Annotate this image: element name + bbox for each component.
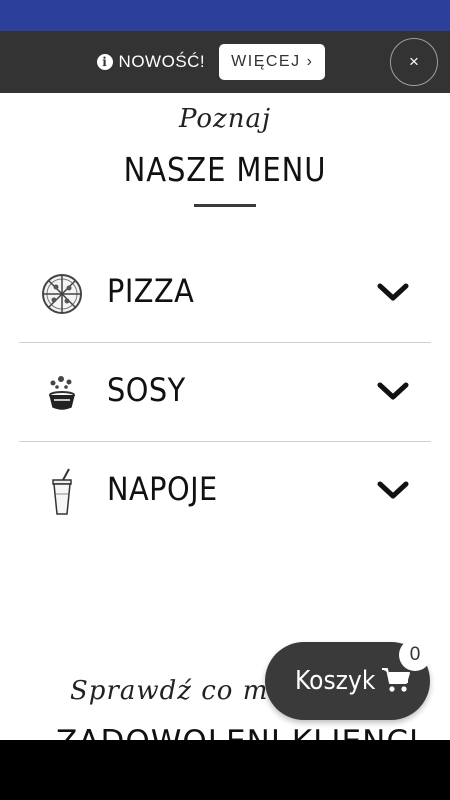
promo-bar: i NOWOŚĆ! WIĘCEJ › — [0, 31, 450, 93]
pizza-icon — [42, 274, 82, 314]
shopping-cart-icon — [382, 668, 410, 692]
navigation-bar — [0, 740, 450, 800]
category-list: PIZZA SOSY NAPOJE — [19, 244, 431, 541]
cart-count-badge: 0 — [399, 639, 431, 671]
sauce-cup-icon — [49, 376, 75, 410]
category-row-sosy[interactable]: SOSY — [19, 343, 431, 442]
category-row-pizza[interactable]: PIZZA — [19, 244, 431, 343]
category-label: SOSY — [107, 371, 186, 409]
status-bar — [0, 0, 450, 31]
cart-label: Koszyk — [295, 666, 376, 696]
chevron-down-icon[interactable] — [377, 381, 409, 401]
category-label: PIZZA — [107, 272, 195, 310]
title-underline — [194, 204, 256, 207]
menu-title: NASZE MENU — [123, 150, 327, 189]
promo-text: NOWOŚĆ! — [118, 52, 206, 71]
close-icon: × — [409, 52, 419, 71]
chevron-down-icon[interactable] — [377, 480, 409, 500]
info-circle-icon: i — [96, 54, 113, 70]
category-row-napoje[interactable]: NAPOJE — [19, 442, 431, 541]
category-label: NAPOJE — [107, 470, 218, 508]
menu-kicker: Poznaj — [178, 104, 272, 134]
close-promo-button[interactable]: × — [390, 38, 438, 86]
more-button[interactable]: WIĘCEJ › — [219, 44, 326, 80]
chevron-down-icon[interactable] — [377, 282, 409, 302]
drink-cup-icon — [52, 468, 72, 515]
chevron-right-icon: › — [306, 53, 314, 70]
more-button-label: WIĘCEJ — [231, 53, 301, 70]
